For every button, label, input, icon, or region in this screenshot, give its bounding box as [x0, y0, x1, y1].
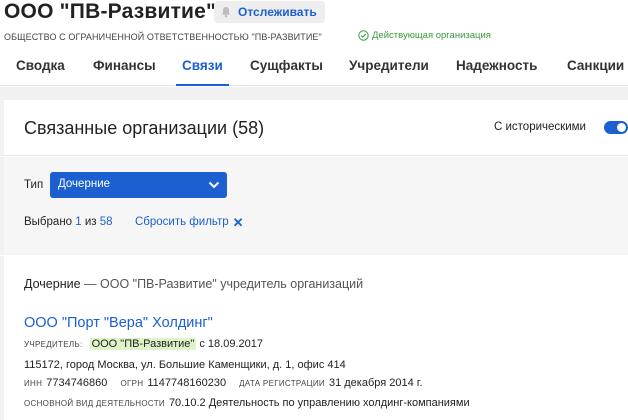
- address: 115172, город Москва, ул. Большие Каменщ…: [24, 359, 346, 371]
- filter-panel: Тип Дочерние Выбрано 1 из 58 Сбросить фи…: [0, 157, 628, 255]
- divider: [0, 87, 628, 100]
- section-title-rest: — ООО "ПВ-Развитие" учредитель организац…: [80, 277, 364, 291]
- inn-caption: ИНН: [24, 379, 43, 388]
- tab-finance[interactable]: Финансы: [93, 58, 156, 86]
- selected-of: из: [84, 216, 97, 228]
- activity-row: ОСНОВНОЙ ВИД ДЕЯТЕЛЬНОСТИ 70.10.2 Деятель…: [24, 397, 470, 409]
- ogrn-value: 1147748160230: [147, 377, 227, 389]
- tab-essential-facts[interactable]: Сущфакты: [250, 58, 323, 86]
- activity-caption: ОСНОВНОЙ ВИД ДЕЯТЕЛЬНОСТИ: [24, 399, 165, 408]
- activity-value: 70.10.2 Деятельность по управлению холди…: [168, 397, 470, 409]
- historical-label: С историческими: [494, 121, 586, 133]
- founder-row: УЧРЕДИТЕЛЬ: ООО "ПВ-Развитие" с 18.09.20…: [24, 338, 263, 350]
- founder-name[interactable]: ООО "ПВ-Развитие": [89, 338, 197, 350]
- company-header: ООО "ПВ-Развитие" Отслеживать ОБЩЕСТВО С…: [0, 0, 628, 48]
- section-title: Дочерние — ООО "ПВ-Развитие" учредитель …: [24, 277, 363, 291]
- selected-total: 58: [99, 216, 113, 228]
- founder-since: с 18.09.2017: [199, 338, 263, 350]
- company-title: ООО "ПВ-Развитие": [4, 0, 217, 23]
- close-icon: ✕: [232, 214, 244, 230]
- tab-summary[interactable]: Сводка: [16, 58, 65, 86]
- tab-bar: Сводка Финансы Связи Сущфакты Учредители…: [0, 50, 628, 86]
- selected-count: Выбрано 1 из 58: [24, 216, 113, 228]
- tab-links[interactable]: Связи: [176, 58, 229, 86]
- tab-founders[interactable]: Учредители: [349, 58, 429, 86]
- inn-value: 7734746860: [46, 377, 108, 389]
- type-label: Тип: [24, 179, 44, 191]
- legal-name: ОБЩЕСТВО С ОГРАНИЧЕННОЙ ОТВЕТСТВЕННОСТЬЮ…: [4, 32, 322, 42]
- type-select[interactable]: Дочерние: [50, 172, 227, 198]
- type-select-value: Дочерние: [58, 178, 111, 190]
- follow-label: Отслеживать: [238, 5, 317, 19]
- bell-icon: [222, 7, 230, 18]
- status-text: Действующая организация: [372, 30, 491, 41]
- check-circle-icon: [358, 30, 369, 41]
- card-header: Связанные организации (58) С исторически…: [0, 100, 628, 156]
- tab-reliability[interactable]: Надежность: [456, 58, 537, 86]
- reg-date-value: 31 декабря 2014 г.: [328, 377, 423, 389]
- results-section: Дочерние — ООО "ПВ-Развитие" учредитель …: [0, 256, 628, 420]
- status-badge: Действующая организация: [358, 30, 491, 41]
- org-name-link[interactable]: ООО "Порт "Вера" Холдинг": [24, 315, 213, 331]
- chevron-down-icon: [208, 181, 220, 189]
- reset-filter-link[interactable]: Сбросить фильтр ✕: [135, 214, 244, 230]
- registration-row: ИНН 7734746860 ОГРН 1147748160230 ДАТА РЕГ…: [24, 377, 423, 389]
- ogrn-caption: ОГРН: [120, 379, 144, 388]
- follow-button[interactable]: Отслеживать: [214, 1, 325, 23]
- card-title: Связанные организации (58): [24, 118, 265, 138]
- reset-filter-label: Сбросить фильтр: [135, 216, 229, 228]
- tab-sanctions[interactable]: Санкции: [567, 58, 624, 86]
- toggle-knob: [617, 123, 626, 132]
- reg-date-caption: ДАТА РЕГИСТРАЦИИ: [239, 379, 325, 388]
- historical-toggle[interactable]: [604, 121, 628, 134]
- section-title-strong: Дочерние: [24, 277, 81, 291]
- selected-number: 1: [75, 216, 82, 228]
- founder-caption: УЧРЕДИТЕЛЬ:: [24, 340, 83, 349]
- selected-prefix: Выбрано: [24, 216, 73, 228]
